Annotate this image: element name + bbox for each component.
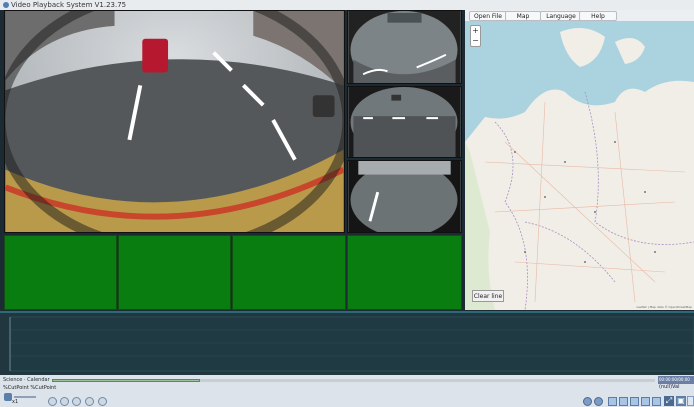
layout-1-icon[interactable] bbox=[608, 397, 617, 406]
progress-track[interactable] bbox=[200, 379, 655, 382]
play-icon[interactable] bbox=[72, 397, 81, 406]
fullscreen-icon[interactable]: ⤢ bbox=[664, 396, 674, 406]
menu-bar: Open File Map Language Help bbox=[465, 10, 694, 22]
layout-3-icon[interactable] bbox=[630, 397, 639, 406]
language-menu-button[interactable]: Language bbox=[540, 11, 582, 21]
speed-label: x1 bbox=[12, 399, 19, 405]
fit-icon[interactable]: ▣ bbox=[676, 396, 686, 406]
next-frame-icon[interactable] bbox=[85, 397, 94, 406]
empty-camera-slot-4[interactable] bbox=[347, 235, 462, 310]
rewind-icon[interactable] bbox=[48, 397, 57, 406]
scroll-label: Science · Calendar bbox=[3, 377, 50, 383]
open-file-button[interactable]: Open File bbox=[469, 11, 507, 21]
layout-5-icon[interactable] bbox=[652, 397, 661, 406]
zoom-out-button[interactable]: − bbox=[471, 36, 480, 46]
video-playback-window: Video Playback System V1.23.75 Open File… bbox=[0, 0, 694, 407]
map-attribution: Leaflet | Map data © OpenStreetMap bbox=[636, 305, 692, 309]
help-menu-button[interactable]: Help bbox=[579, 11, 617, 21]
main-camera-view[interactable] bbox=[4, 10, 345, 233]
side-camera-view-1[interactable] bbox=[347, 10, 462, 84]
map-menu-button[interactable]: Map bbox=[505, 11, 541, 21]
progress-row: Science · Calendar 00:00:00/00:00 bbox=[0, 376, 694, 384]
empty-camera-slot-1[interactable] bbox=[4, 235, 117, 310]
empty-camera-slot-3[interactable] bbox=[232, 235, 346, 310]
speed-icon bbox=[4, 393, 12, 401]
main-camera-frame bbox=[5, 11, 344, 232]
empty-camera-slot-2[interactable] bbox=[118, 235, 231, 310]
forward-nav-icon[interactable] bbox=[594, 397, 603, 406]
timeline-panel[interactable] bbox=[0, 311, 694, 375]
cut-points-label: %CutPoint %CutPoint bbox=[3, 385, 57, 391]
side-camera-view-2[interactable] bbox=[347, 86, 462, 158]
title-bar: Video Playback System V1.23.75 bbox=[0, 0, 694, 10]
forward-icon[interactable] bbox=[98, 397, 107, 406]
layout-2-icon[interactable] bbox=[619, 397, 628, 406]
side-camera-frame-2 bbox=[348, 87, 461, 157]
speed-slider[interactable] bbox=[14, 396, 36, 398]
side-camera-view-3[interactable] bbox=[347, 160, 462, 233]
app-logo-icon bbox=[3, 2, 9, 8]
side-camera-frame-3 bbox=[348, 161, 461, 232]
progress-slider[interactable] bbox=[52, 379, 200, 382]
window-title: Video Playback System V1.23.75 bbox=[11, 1, 127, 9]
europe-map[interactable] bbox=[465, 22, 694, 310]
value-label: (null)Val bbox=[659, 384, 680, 390]
side-camera-frame-1 bbox=[348, 11, 461, 83]
map-panel: Open File Map Language Help + − Clear li… bbox=[465, 10, 694, 310]
restore-icon[interactable] bbox=[687, 396, 694, 406]
timeline-graph bbox=[0, 313, 694, 375]
previous-frame-icon[interactable] bbox=[60, 397, 69, 406]
zoom-in-button[interactable]: + bbox=[471, 26, 480, 36]
playback-controls: Science · Calendar 00:00:00/00:00 %CutPo… bbox=[0, 375, 694, 407]
layout-4-icon[interactable] bbox=[641, 397, 650, 406]
time-display: 00:00:00/00:00 bbox=[658, 376, 694, 384]
map-zoom-control: + − bbox=[470, 25, 481, 47]
back-icon[interactable] bbox=[583, 397, 592, 406]
clear-line-button[interactable]: Clear line bbox=[472, 290, 504, 302]
